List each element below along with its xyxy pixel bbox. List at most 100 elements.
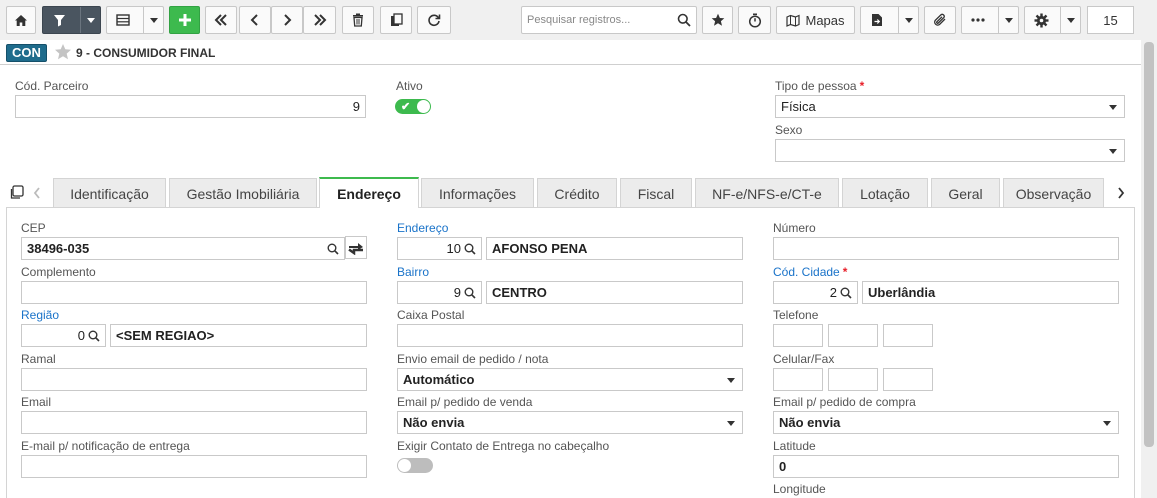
search-icon[interactable]: [840, 287, 852, 299]
email-entrega-field[interactable]: [21, 455, 367, 478]
exigir-contato-toggle[interactable]: [397, 458, 433, 473]
delete-button[interactable]: [342, 6, 374, 34]
search-icon[interactable]: [464, 243, 476, 255]
celular-prefix-field[interactable]: [828, 368, 878, 391]
tabs-scroll-right-icon[interactable]: [1117, 187, 1125, 199]
settings-dropdown[interactable]: [1060, 7, 1080, 33]
add-icon: [178, 14, 191, 26]
settings-button[interactable]: [1024, 6, 1081, 34]
cod-cidade-code-field[interactable]: 2: [773, 281, 858, 304]
more-options-button[interactable]: [961, 6, 1019, 34]
email-venda-select[interactable]: Não envia: [397, 411, 743, 434]
prev-icon: [250, 14, 258, 26]
search-icon[interactable]: [88, 330, 100, 342]
cod-cidade-label[interactable]: Cód. Cidade *: [773, 265, 847, 279]
numero-field[interactable]: [773, 237, 1119, 260]
favorites-button[interactable]: [702, 6, 733, 34]
chevron-down-icon: [86, 17, 95, 23]
tabs-scroll-left-icon[interactable]: [33, 187, 41, 199]
tab-observacao[interactable]: Observação: [1003, 178, 1104, 208]
regiao-code-field[interactable]: 0: [21, 324, 106, 347]
first-record-button[interactable]: [205, 6, 237, 34]
duplicate-tab-icon[interactable]: [9, 185, 24, 200]
ramal-field[interactable]: [21, 368, 367, 391]
mapas-button[interactable]: Mapas: [776, 6, 855, 34]
ativo-toggle[interactable]: ✔: [395, 99, 431, 114]
home-button[interactable]: [6, 6, 36, 34]
swap-icon: [348, 242, 363, 255]
cod-parceiro-field[interactable]: 9: [15, 95, 366, 118]
last-record-button[interactable]: [303, 6, 336, 34]
celular-suffix-field[interactable]: [883, 368, 933, 391]
grid-view-button[interactable]: [106, 6, 164, 34]
cep-field[interactable]: 38496-035: [21, 237, 345, 260]
trash-icon: [353, 13, 363, 27]
email-entrega-label: E-mail p/ notificação de entrega: [21, 439, 190, 453]
star-icon: [711, 13, 724, 26]
more-options-dropdown[interactable]: [998, 7, 1018, 33]
timer-button[interactable]: [738, 6, 771, 34]
tipo-pessoa-label-text: Tipo de pessoa: [775, 79, 857, 93]
swap-button[interactable]: [345, 236, 367, 259]
chevron-down-icon: [1066, 17, 1075, 23]
sexo-select[interactable]: [775, 139, 1125, 162]
cod-cidade-name-field: Uberlândia: [862, 281, 1119, 304]
tipo-pessoa-select[interactable]: Física: [775, 95, 1125, 118]
duplicate-record-button[interactable]: [380, 6, 412, 34]
telefone-prefix-field[interactable]: [828, 324, 878, 347]
grid-icon: [116, 14, 130, 26]
page-number-input[interactable]: 15: [1087, 6, 1134, 34]
search-records-input[interactable]: [522, 7, 672, 33]
search-icon[interactable]: [677, 13, 691, 27]
search-icon[interactable]: [327, 243, 339, 255]
main-toolbar: Mapas 15: [0, 0, 1157, 40]
tab-lotacao[interactable]: Lotação: [842, 178, 928, 208]
add-button[interactable]: [169, 6, 200, 34]
endereco-label[interactable]: Endereço: [397, 221, 448, 235]
attach-icon: [934, 13, 946, 26]
celular-label: Celular/Fax: [773, 352, 835, 366]
regiao-label[interactable]: Região: [21, 308, 59, 322]
caixa-postal-field[interactable]: [397, 324, 743, 347]
grid-view-dropdown[interactable]: [143, 7, 163, 33]
next-record-button[interactable]: [271, 6, 303, 34]
email-field[interactable]: [21, 411, 367, 434]
tab-informacoes[interactable]: Informações: [421, 178, 534, 208]
envio-email-select[interactable]: Automático: [397, 368, 743, 391]
attach-button[interactable]: [924, 6, 956, 34]
endereco-code-field[interactable]: 10: [397, 237, 482, 260]
telefone-ddd-field[interactable]: [773, 324, 823, 347]
next-icon: [284, 14, 292, 26]
tab-fiscal[interactable]: Fiscal: [620, 178, 692, 208]
record-title: 9 - CONSUMIDOR FINAL: [76, 46, 216, 60]
bairro-label[interactable]: Bairro: [397, 265, 429, 279]
tab-nfe[interactable]: NF-e/NFS-e/CT-e: [695, 178, 839, 208]
filter-dropdown[interactable]: [80, 7, 100, 33]
numero-label: Número: [773, 221, 816, 235]
chevron-down-icon: [1004, 17, 1013, 23]
export-button[interactable]: [860, 6, 919, 34]
caixa-postal-label: Caixa Postal: [397, 308, 465, 322]
filter-button[interactable]: [42, 6, 101, 34]
refresh-icon: [428, 14, 441, 27]
tab-geral[interactable]: Geral: [931, 178, 1000, 208]
bairro-code-field[interactable]: 9: [397, 281, 482, 304]
celular-ddd-field[interactable]: [773, 368, 823, 391]
tab-endereco[interactable]: Endereço: [319, 177, 419, 208]
export-dropdown[interactable]: [898, 7, 918, 33]
scrollbar-thumb[interactable]: [1144, 42, 1154, 447]
timer-icon: [748, 13, 761, 28]
tab-gestao-imobiliaria[interactable]: Gestão Imobiliária: [169, 178, 317, 208]
complemento-field[interactable]: [21, 281, 367, 304]
favorite-star-icon[interactable]: [54, 43, 72, 61]
search-icon[interactable]: [464, 287, 476, 299]
vertical-scrollbar[interactable]: [1141, 40, 1157, 498]
refresh-button[interactable]: [417, 6, 451, 34]
email-compra-select[interactable]: Não envia: [773, 411, 1119, 434]
previous-record-button[interactable]: [239, 6, 271, 34]
tab-credito[interactable]: Crédito: [537, 178, 617, 208]
latitude-label: Latitude: [773, 439, 816, 453]
tab-identificacao[interactable]: Identificação: [53, 178, 166, 208]
telefone-suffix-field[interactable]: [883, 324, 933, 347]
latitude-field[interactable]: 0: [773, 455, 1119, 478]
